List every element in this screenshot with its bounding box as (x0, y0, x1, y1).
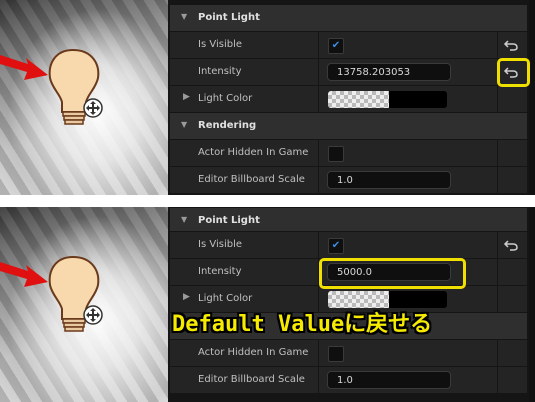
divider (497, 86, 498, 112)
actor-hidden-checkbox[interactable] (328, 146, 344, 162)
intensity-field-highlight (319, 258, 466, 289)
property-label: Light Color (198, 293, 253, 304)
caret-right-icon: ▶ (183, 292, 190, 302)
light-color-swatch[interactable] (328, 91, 447, 108)
property-row-is-visible: Is Visible ✔ (170, 231, 527, 258)
intensity-input[interactable]: 13758.203053 (327, 63, 451, 81)
is-visible-checkbox[interactable]: ✔ (328, 238, 344, 254)
checkmark-icon: ✔ (331, 240, 341, 251)
billboard-scale-input[interactable]: 1.0 (327, 171, 451, 189)
property-row-light-color[interactable]: ▶ Light Color (170, 85, 527, 112)
divider (318, 232, 319, 258)
property-row-actor-hidden: Actor Hidden In Game (170, 139, 527, 166)
divider (497, 232, 498, 258)
checkmark-icon: ✔ (331, 40, 341, 51)
top-screenshot-panel: ▼ Point Light Is Visible ✔ Intensity 137… (0, 0, 535, 195)
divider (318, 167, 319, 193)
scrollbar[interactable] (529, 0, 535, 195)
property-row-billboard-scale: Editor Billboard Scale 1.0 (170, 166, 527, 193)
property-row-intensity: Intensity 13758.203053 (170, 58, 527, 85)
divider (497, 259, 498, 285)
details-panel-top: ▼ Point Light Is Visible ✔ Intensity 137… (170, 0, 535, 195)
details-panel-bottom: ▼ Point Light Is Visible ✔ Intensity 500… (170, 207, 535, 402)
divider (497, 167, 498, 193)
viewport-scene-bottom (0, 255, 103, 332)
move-gizmo-icon (83, 98, 103, 118)
divider (497, 140, 498, 166)
property-label: Light Color (198, 93, 253, 104)
is-visible-checkbox[interactable]: ✔ (328, 38, 344, 54)
billboard-scale-input[interactable]: 1.0 (327, 371, 451, 389)
reset-to-default-icon[interactable] (503, 237, 519, 253)
reset-button-highlight (497, 58, 530, 87)
divider (318, 59, 319, 85)
move-gizmo-icon (83, 305, 103, 325)
red-arrow-icon (0, 55, 48, 80)
reset-to-default-icon[interactable] (503, 37, 519, 53)
red-arrow-icon (0, 262, 48, 287)
divider (318, 367, 319, 393)
caret-down-icon: ▼ (181, 120, 188, 129)
divider (318, 140, 319, 166)
divider (318, 86, 319, 112)
viewport-bottom[interactable] (0, 207, 168, 402)
divider (497, 286, 498, 312)
category-point-light[interactable]: ▼ Point Light (170, 4, 527, 31)
category-label: Rendering (198, 120, 257, 131)
category-rendering[interactable]: ▼ Rendering (170, 112, 527, 139)
divider (318, 340, 319, 366)
caption-text: Default Valueに戻せる (172, 312, 433, 337)
divider (318, 32, 319, 58)
caret-right-icon: ▶ (183, 92, 190, 102)
caret-down-icon: ▼ (181, 215, 188, 224)
property-row-is-visible: Is Visible ✔ (170, 31, 527, 58)
property-label: Actor Hidden In Game (198, 147, 309, 158)
caret-down-icon: ▼ (181, 12, 188, 21)
actor-hidden-checkbox[interactable] (328, 346, 344, 362)
property-label: Actor Hidden In Game (198, 347, 309, 358)
property-label: Editor Billboard Scale (198, 374, 305, 385)
property-row-billboard-scale: Editor Billboard Scale 1.0 (170, 366, 527, 393)
viewport-scene-top (0, 48, 103, 125)
divider (497, 367, 498, 393)
divider (497, 32, 498, 58)
property-label: Editor Billboard Scale (198, 174, 305, 185)
property-label: Is Visible (198, 239, 243, 250)
property-row-actor-hidden: Actor Hidden In Game (170, 339, 527, 366)
property-label: Intensity (198, 66, 242, 77)
bottom-screenshot-panel: ▼ Point Light Is Visible ✔ Intensity 500… (0, 207, 535, 402)
divider (497, 340, 498, 366)
property-label: Is Visible (198, 39, 243, 50)
property-label: Intensity (198, 266, 242, 277)
scrollbar[interactable] (529, 207, 535, 402)
viewport-top[interactable] (0, 0, 168, 195)
category-label: Point Light (198, 12, 260, 23)
category-label: Point Light (198, 215, 260, 226)
category-point-light[interactable]: ▼ Point Light (170, 207, 527, 234)
